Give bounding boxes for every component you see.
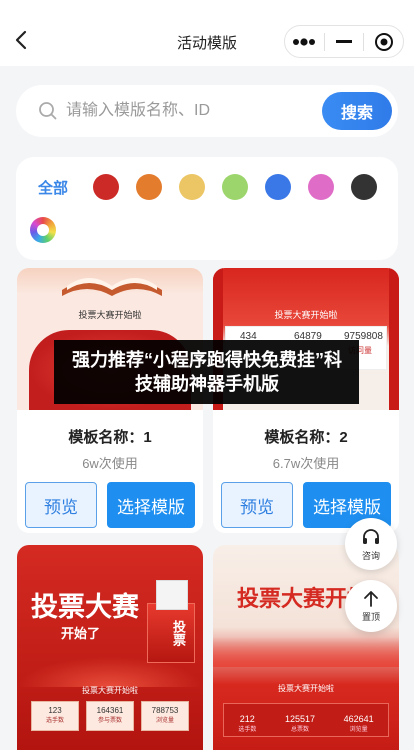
- search-bar: 搜索: [16, 85, 398, 137]
- color-dot-orange[interactable]: [136, 174, 162, 200]
- thumb-title: 投票大赛开始啦: [274, 310, 338, 320]
- thumb-banner: 投票大赛开始啦: [82, 686, 138, 695]
- stat-label: 选手数: [45, 718, 64, 724]
- headset-icon: [363, 528, 379, 544]
- mini-program-capsule: [284, 25, 404, 58]
- color-dot-yellow[interactable]: [179, 174, 205, 200]
- template-card[interactable]: 投票大赛开始 投票大赛开始啦 212 选手数 125517 总票数 462641…: [213, 545, 399, 750]
- thumb-title: 投票大赛开始啦: [78, 310, 142, 320]
- ballot-box-label: 投票: [171, 620, 186, 646]
- search-icon: [38, 101, 58, 121]
- book-illustration-icon: [62, 278, 162, 296]
- consult-button[interactable]: 咨询: [345, 518, 397, 570]
- back-to-top-button[interactable]: 置顶: [345, 580, 397, 632]
- top-label: 置顶: [361, 611, 380, 622]
- stat-label: 选手数: [238, 727, 257, 733]
- consult-label: 咨询: [361, 550, 380, 561]
- overlay-ad-text: 强力推荐“小程序跑得快免费挂”科技辅助神器手机版: [72, 350, 342, 394]
- stat-value: 123: [48, 706, 62, 715]
- more-dots-icon[interactable]: [285, 26, 324, 57]
- minimize-icon[interactable]: [325, 26, 364, 57]
- stat-label: 参与票数: [97, 718, 122, 724]
- filter-all[interactable]: 全部: [38, 177, 68, 198]
- color-filter-panel: 全部: [16, 157, 398, 260]
- color-dot-blue[interactable]: [265, 174, 291, 200]
- stat-value: 125517: [284, 714, 315, 724]
- select-template-button[interactable]: 选择模版: [107, 482, 195, 528]
- preview-button[interactable]: 预览: [221, 482, 293, 528]
- stat-value: 462641: [343, 714, 374, 724]
- template-usage: 6.7w次使用: [272, 456, 340, 471]
- stat-value: 788753: [151, 706, 179, 715]
- top-nav-bar: 活动模版: [0, 0, 414, 66]
- arrow-up-icon: [364, 590, 378, 607]
- close-target-icon[interactable]: [364, 26, 403, 57]
- stat-value: 212: [239, 714, 255, 724]
- template-name: 模板名称：2: [264, 429, 348, 446]
- search-input[interactable]: [66, 96, 326, 126]
- search-button[interactable]: 搜索: [322, 92, 392, 130]
- color-dot-pink[interactable]: [308, 174, 334, 200]
- preview-button[interactable]: 预览: [25, 482, 97, 528]
- template-card[interactable]: 投票大赛 开始了 投票 投票大赛开始啦 123 选手数 164361 参与票数 …: [17, 545, 203, 750]
- template-usage: 6w次使用: [82, 456, 138, 471]
- color-dot-green[interactable]: [222, 174, 248, 200]
- color-dot-rainbow[interactable]: [30, 217, 56, 243]
- thumb-subtitle: 开始了: [61, 626, 101, 641]
- overlay-ad-banner[interactable]: 强力推荐“小程序跑得快免费挂”科技辅助神器手机版: [54, 340, 359, 404]
- ballot-box-icon: 投票: [147, 580, 195, 663]
- color-dot-red[interactable]: [93, 174, 119, 200]
- stat-label: 浏览量: [155, 718, 174, 724]
- thumb-banner: 投票大赛开始啦: [278, 684, 334, 693]
- thumb-big-title: 投票大赛: [31, 592, 139, 622]
- template-name: 模板名称：1: [68, 429, 152, 446]
- stat-label: 总票数: [290, 727, 309, 733]
- color-dot-black[interactable]: [351, 174, 377, 200]
- stat-value: 164361: [96, 706, 124, 715]
- stat-label: 浏览量: [349, 727, 368, 733]
